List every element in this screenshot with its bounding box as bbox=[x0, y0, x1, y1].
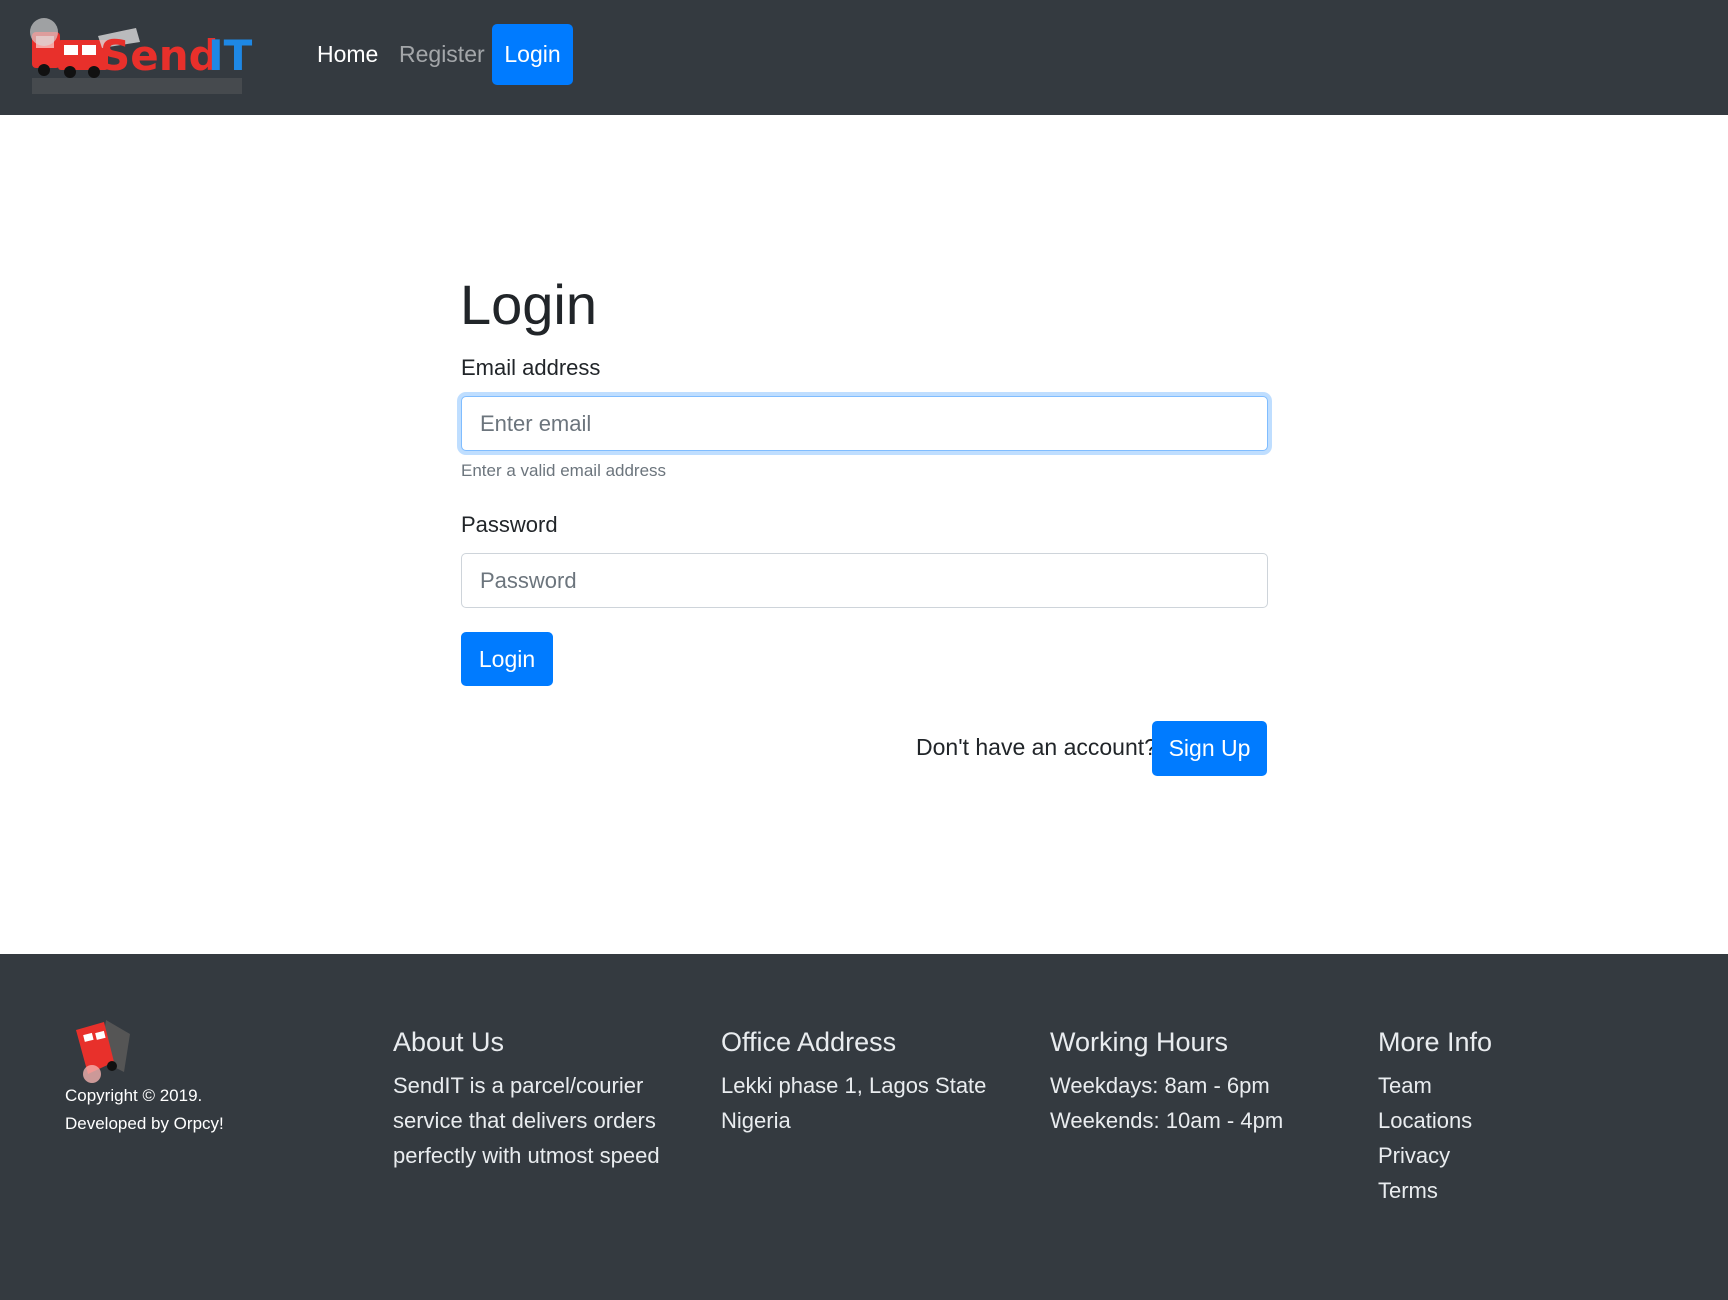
about-text-line: SendIT is a parcel/courier bbox=[393, 1073, 644, 1098]
footer-link-team[interactable]: Team bbox=[1378, 1068, 1678, 1103]
email-help-text: Enter a valid email address bbox=[461, 461, 667, 480]
login-submit-button[interactable]: Login bbox=[461, 632, 553, 686]
copyright-line: Copyright © 2019. bbox=[65, 1086, 203, 1105]
hours-heading: Working Hours bbox=[1050, 1027, 1229, 1057]
copyright: Copyright © 2019. Developed by Orpcy! bbox=[65, 1082, 224, 1138]
developer-credit: Developed by Orpcy! bbox=[65, 1114, 224, 1133]
delivery-truck-icon bbox=[76, 1020, 130, 1083]
page-title: Login bbox=[460, 273, 598, 336]
brand-logo[interactable]: Send IT bbox=[28, 18, 278, 98]
nav-register-link[interactable]: Register bbox=[399, 38, 485, 70]
footer-more-info-section: More Info Team Locations Privacy Terms bbox=[1378, 1024, 1678, 1208]
footer-office-section: Office Address Lekki phase 1, Lagos Stat… bbox=[721, 1024, 1021, 1138]
delivery-truck-logo-icon: Send IT bbox=[30, 18, 253, 94]
svg-text:IT: IT bbox=[208, 31, 253, 80]
office-address-line: Nigeria bbox=[721, 1108, 791, 1133]
nav-login-button[interactable]: Login bbox=[492, 24, 573, 85]
brand-text: Send bbox=[100, 31, 219, 80]
hours-line: Weekends: 10am - 4pm bbox=[1050, 1108, 1284, 1133]
footer-link-locations[interactable]: Locations bbox=[1378, 1103, 1678, 1138]
nav-home-link[interactable]: Home bbox=[317, 38, 378, 70]
email-label: Email address bbox=[461, 355, 601, 380]
signup-button[interactable]: Sign Up bbox=[1152, 721, 1267, 776]
footer-link-privacy[interactable]: Privacy bbox=[1378, 1138, 1678, 1173]
signup-prompt: Don't have an account? bbox=[916, 734, 1157, 760]
navbar: Send IT Home Register Login bbox=[0, 0, 1728, 115]
footer-link-terms[interactable]: Terms bbox=[1378, 1173, 1678, 1208]
office-address-line: Lekki phase 1, Lagos State bbox=[721, 1073, 987, 1098]
about-heading: About Us bbox=[393, 1027, 505, 1057]
office-heading: Office Address bbox=[721, 1027, 897, 1057]
more-info-heading: More Info bbox=[1378, 1027, 1493, 1057]
footer-hours-section: Working Hours Weekdays: 8am - 6pm Weeken… bbox=[1050, 1024, 1350, 1138]
password-field[interactable] bbox=[461, 553, 1268, 608]
password-label: Password bbox=[461, 512, 558, 537]
about-text-line: perfectly with utmost speed bbox=[393, 1143, 660, 1168]
hours-line: Weekdays: 8am - 6pm bbox=[1050, 1073, 1270, 1098]
footer-logo bbox=[70, 1016, 136, 1088]
email-field[interactable] bbox=[461, 396, 1268, 451]
footer-about-section: About Us SendIT is a parcel/courier serv… bbox=[393, 1024, 683, 1173]
about-text-line: service that delivers orders bbox=[393, 1108, 656, 1133]
footer: Copyright © 2019. Developed by Orpcy! Ab… bbox=[0, 954, 1728, 1300]
